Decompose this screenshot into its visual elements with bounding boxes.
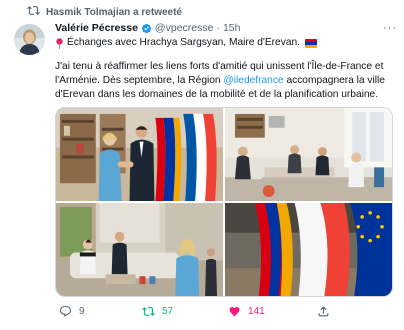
retweet-context-label: Hasmik Tolmajian a retweeté <box>46 6 182 18</box>
like-button[interactable]: 141 <box>228 305 265 318</box>
author-handle[interactable]: @vpecresse <box>155 22 214 34</box>
heart-icon <box>228 305 241 318</box>
like-count: 141 <box>248 306 265 317</box>
photo-meeting-room[interactable] <box>225 108 392 201</box>
armenia-flag-icon <box>304 38 317 48</box>
tweet-header: Valérie Pécresse @vpecresse · 15h <box>55 22 240 34</box>
retweet-icon <box>142 305 155 318</box>
photo-flags[interactable] <box>225 203 392 296</box>
photo-sofa-discussion[interactable] <box>56 203 223 296</box>
reply-count: 9 <box>79 306 85 317</box>
reply-button[interactable]: 9 <box>59 305 85 318</box>
retweet-icon <box>27 4 40 20</box>
header-separator: · <box>216 22 220 34</box>
media-grid <box>55 107 393 297</box>
avatar[interactable] <box>14 24 45 55</box>
tweet-actions: 9 57 141 <box>55 305 355 321</box>
author-name[interactable]: Valérie Pécresse <box>55 22 138 34</box>
share-button[interactable] <box>317 305 330 318</box>
more-icon[interactable]: ··· <box>383 22 397 34</box>
photo-handshake[interactable] <box>56 108 223 201</box>
retweet-button[interactable]: 57 <box>142 305 173 318</box>
pin-icon <box>55 37 64 49</box>
tweet-line-1-text: Échanges avec Hrachya Sargsyan, Maire d'… <box>67 37 300 48</box>
mention-link[interactable]: @iledefrance <box>223 75 283 86</box>
retweet-count: 57 <box>162 306 174 317</box>
tweet-timestamp[interactable]: 15h <box>223 22 241 34</box>
tweet-text: Échanges avec Hrachya Sargsyan, Maire d'… <box>55 36 397 102</box>
reply-icon <box>59 305 72 318</box>
verified-badge-icon <box>141 23 152 34</box>
share-icon <box>317 305 330 318</box>
retweet-context[interactable]: Hasmik Tolmajian a retweeté <box>27 4 182 20</box>
tweet-line-1: Échanges avec Hrachya Sargsyan, Maire d'… <box>55 36 397 50</box>
tweet-body: J'ai tenu à réaffirmer les liens forts d… <box>55 60 397 102</box>
